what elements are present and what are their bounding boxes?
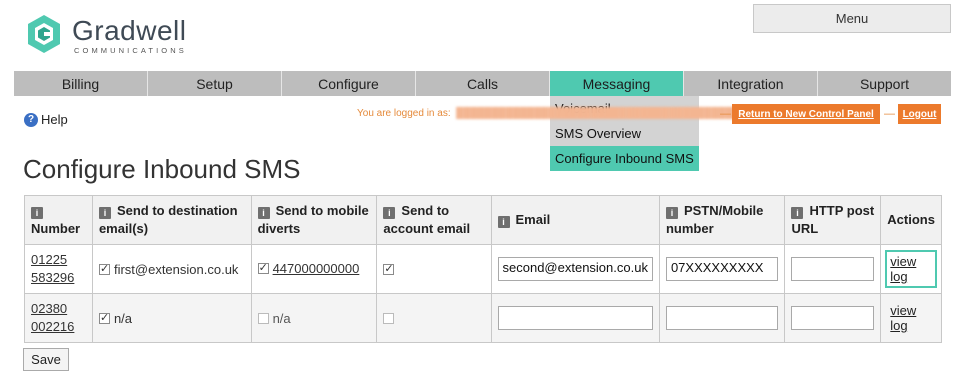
table-row: 02380002216 n/a n/a view log: [24, 293, 942, 343]
cell-pstn: 07XXXXXXXXX: [658, 244, 786, 294]
inbound-sms-table: i Number i Send to destination email(s) iS…: [24, 195, 942, 343]
cell-actions: view log: [880, 293, 942, 343]
dropdown-item-sms-overview[interactable]: SMS Overview: [550, 121, 699, 146]
help-icon: ?: [24, 112, 38, 127]
cell-actions: view log: [880, 244, 942, 294]
page-title: Configure Inbound SMS: [23, 154, 301, 184]
header-email: i Email: [490, 195, 660, 245]
mobile-divert-link[interactable]: 447000000000: [273, 261, 360, 276]
cell-pstn: [658, 293, 786, 343]
main-nav: Billing Setup Configure Calls Messaging …: [14, 71, 951, 96]
send-dest-value: first@extension.co.uk: [113, 261, 239, 277]
cell-send-account: [376, 244, 492, 294]
logged-in-prefix: You are logged in as:: [357, 108, 451, 119]
nav-calls[interactable]: Calls: [416, 71, 550, 96]
nav-configure[interactable]: Configure: [282, 71, 416, 96]
cell-number: 02380 002216: [24, 293, 93, 343]
header-send-mobile: i Send to mobile diverts: [250, 195, 378, 245]
separator-dash: —: [884, 108, 895, 120]
nav-support[interactable]: Support: [818, 71, 951, 96]
logout-button[interactable]: Logout: [898, 104, 941, 124]
info-icon[interactable]: i: [497, 216, 510, 228]
logged-in-text: You are logged in as: ██████████████████…: [357, 108, 740, 119]
nav-messaging[interactable]: Messaging: [550, 71, 684, 96]
table-row: 01225583296 first@extension.co.uk 447000…: [24, 244, 942, 294]
send-mobile-checkbox[interactable]: [257, 261, 269, 274]
number-link[interactable]: 01225 583296: [31, 252, 74, 285]
send-dest-checkbox[interactable]: [98, 262, 110, 275]
help-link[interactable]: ? Help: [24, 112, 68, 127]
email-input[interactable]: second@extension.co.uk: [497, 257, 653, 281]
info-icon[interactable]: i: [383, 207, 396, 219]
save-button[interactable]: Save: [23, 348, 69, 371]
nav-billing[interactable]: Billing: [14, 71, 148, 96]
send-account-checkbox[interactable]: [383, 312, 395, 324]
info-icon[interactable]: i: [665, 207, 678, 219]
header-http: i HTTP post URL: [784, 195, 882, 245]
email-input[interactable]: [497, 306, 653, 330]
table-header-row: i Number i Send to destination email(s) iS…: [24, 195, 942, 245]
info-icon[interactable]: i: [257, 207, 270, 219]
info-icon[interactable]: i: [98, 207, 111, 219]
view-log-link[interactable]: view log: [885, 250, 937, 288]
nav-setup[interactable]: Setup: [148, 71, 282, 96]
info-icon[interactable]: i: [791, 207, 804, 219]
send-account-checkbox[interactable]: [383, 262, 395, 275]
cell-email: second@extension.co.uk: [490, 244, 660, 294]
cell-send-mobile: n/a: [250, 293, 378, 343]
separator-dash: —: [720, 108, 731, 120]
header-send-dest: i Send to destination email(s): [91, 195, 252, 245]
send-dest-checkbox[interactable]: [98, 311, 110, 324]
header-pstn: i PSTN/Mobile number: [658, 195, 786, 245]
http-url-input[interactable]: [791, 306, 875, 330]
return-to-new-control-panel-button[interactable]: Return to New Control Panel: [732, 104, 880, 124]
brand-name: Gradwell: [72, 15, 187, 46]
help-label: Help: [41, 112, 68, 127]
cell-email: [490, 293, 660, 343]
cell-http: [784, 293, 882, 343]
nav-integration[interactable]: Integration: [684, 71, 818, 96]
info-icon[interactable]: i: [31, 207, 43, 219]
cell-number: 01225 583296: [24, 244, 93, 294]
number-link[interactable]: 02380 002216: [31, 301, 74, 334]
header-send-account: i Send to account email: [376, 195, 492, 245]
menu-button[interactable]: Menu: [753, 4, 951, 33]
http-url-input[interactable]: [791, 257, 875, 281]
header-number: i Number: [24, 195, 93, 245]
send-mobile-value: n/a: [272, 310, 291, 326]
cell-send-account: [376, 293, 492, 343]
redacted-username: ████████████████████████████████████████: [453, 108, 740, 119]
cell-send-dest: first@extension.co.uk: [91, 244, 252, 294]
cell-http: [784, 244, 882, 294]
header-actions: Actions: [880, 195, 942, 245]
pstn-input[interactable]: 07XXXXXXXXX: [665, 257, 779, 281]
cell-send-mobile: 447000000000: [250, 244, 378, 294]
pstn-input[interactable]: [665, 306, 779, 330]
brand-tagline: COMMUNICATIONS: [74, 46, 187, 55]
view-log-link[interactable]: view log: [887, 301, 935, 335]
send-mobile-checkbox[interactable]: [257, 312, 269, 324]
gradwell-hexagon-icon: [28, 15, 60, 53]
send-dest-value: n/a: [113, 310, 133, 326]
gradwell-logo[interactable]: Gradwell COMMUNICATIONS: [26, 14, 196, 58]
cell-send-dest: n/a: [91, 293, 252, 343]
dropdown-item-configure-inbound-sms[interactable]: Configure Inbound SMS: [550, 146, 699, 171]
